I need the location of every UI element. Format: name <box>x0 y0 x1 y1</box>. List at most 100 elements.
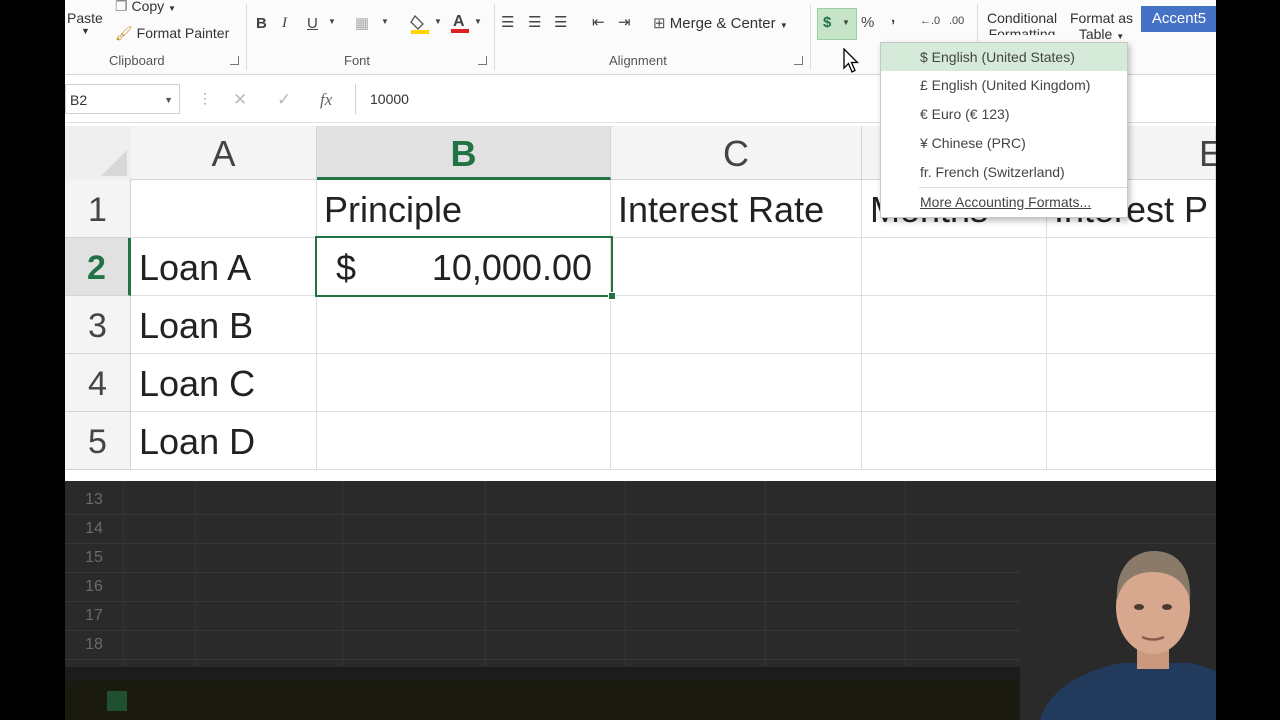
conditional-formatting-label: Conditional <box>987 10 1058 26</box>
format-painter-button[interactable]: 🖌 Format Painter <box>115 25 229 42</box>
copy-icon: ❐ <box>115 0 132 14</box>
cell-b5[interactable] <box>317 412 611 470</box>
chevron-down-icon: ▼ <box>842 18 850 27</box>
cell-a5[interactable]: Loan D <box>131 412 317 470</box>
menu-item-euro[interactable]: € Euro (€ 123) <box>881 100 1127 128</box>
select-all-button[interactable] <box>65 126 132 181</box>
underline-button[interactable]: U <box>307 15 318 32</box>
cancel-icon[interactable]: ✕ <box>233 90 247 110</box>
column-header-b[interactable]: B <box>317 126 611 180</box>
cell-c3[interactable] <box>611 296 862 354</box>
cell-a4[interactable]: Loan C <box>131 354 317 412</box>
clipboard-launcher-icon[interactable] <box>230 56 239 65</box>
format-as-table-label: Format as <box>1070 10 1134 26</box>
cell-b1[interactable]: Principle <box>317 180 611 238</box>
currency-icon: $ <box>823 14 832 31</box>
format-painter-icon: 🖌 <box>115 25 133 41</box>
chevron-down-icon[interactable]: ▼ <box>381 17 389 26</box>
dim-row: 13 <box>65 485 1216 515</box>
excel-taskbar-icon[interactable] <box>107 691 127 711</box>
menu-item-chinese[interactable]: ¥ Chinese (PRC) <box>881 129 1127 157</box>
presenter-video <box>1020 545 1216 720</box>
insert-function-button[interactable]: fx <box>320 90 332 110</box>
cell-b4[interactable] <box>317 354 611 412</box>
chevron-down-icon: ▼ <box>81 26 90 36</box>
menu-item-french-swiss[interactable]: fr. French (Switzerland) <box>881 158 1127 186</box>
align-right-icon[interactable]: ☰ <box>554 13 567 31</box>
enter-icon[interactable]: ✓ <box>277 90 291 110</box>
cell-e5[interactable] <box>1047 412 1216 470</box>
font-color-icon[interactable]: A <box>450 11 470 38</box>
menu-item-english-us[interactable]: $ English (United States) <box>881 43 1127 71</box>
increase-decimal-icon[interactable]: ←.0 <box>920 15 940 27</box>
dim-row-number: 18 <box>85 636 103 653</box>
decrease-indent-icon[interactable]: ⇤ <box>592 13 605 31</box>
merge-center-icon: ⊞ <box>653 15 666 32</box>
alignment-group-label: Alignment <box>609 53 667 68</box>
name-box[interactable]: B2 ▼ <box>65 84 180 114</box>
decrease-decimal-icon[interactable]: .00 <box>949 15 964 27</box>
paste-button[interactable]: Paste ▼ <box>67 10 103 36</box>
column-header-c[interactable]: C <box>611 126 862 180</box>
merge-center-button[interactable]: ⊞ Merge & Center ▼ <box>653 14 788 32</box>
drag-handle-icon[interactable]: ⋮ <box>198 90 212 107</box>
chevron-down-icon[interactable]: ▼ <box>164 85 173 115</box>
accounting-format-button[interactable]: $ ▼ <box>817 8 857 40</box>
font-group-label: Font <box>344 53 371 68</box>
cell-d4[interactable] <box>862 354 1047 412</box>
row-header-2[interactable]: 2 <box>65 238 131 296</box>
cell-c2[interactable] <box>611 238 862 296</box>
cell-b3[interactable] <box>317 296 611 354</box>
menu-item-english-uk[interactable]: £ English (United Kingdom) <box>881 71 1127 99</box>
format-as-table-button[interactable]: Format as Table ▼ <box>1070 10 1133 42</box>
cell-a1[interactable] <box>131 180 317 238</box>
cell-e4[interactable] <box>1047 354 1216 412</box>
conditional-formatting-button[interactable]: Conditional Formatting <box>987 10 1057 35</box>
dim-row-number: 17 <box>85 607 103 624</box>
italic-button[interactable]: I <box>282 15 287 32</box>
column-header-a[interactable]: A <box>131 126 317 180</box>
fill-handle[interactable] <box>608 292 616 300</box>
cell-e3[interactable] <box>1047 296 1216 354</box>
accent5-style[interactable]: Accent5 <box>1141 6 1216 32</box>
divider <box>246 4 247 70</box>
chevron-down-icon[interactable]: ▼ <box>434 17 442 26</box>
dim-row-number: 15 <box>85 549 103 566</box>
borders-icon[interactable]: ▦ <box>355 14 369 32</box>
chevron-down-icon[interactable]: ▼ <box>474 17 482 26</box>
percent-icon[interactable]: % <box>861 14 874 31</box>
font-launcher-icon[interactable] <box>478 56 487 65</box>
row-header-3[interactable]: 3 <box>65 296 131 354</box>
name-box-value: B2 <box>70 92 88 108</box>
align-left-icon[interactable]: ☰ <box>501 13 514 31</box>
cell-a2[interactable]: Loan A <box>131 238 317 296</box>
align-center-icon[interactable]: ☰ <box>528 13 541 31</box>
more-accounting-formats-link[interactable]: More Accounting Formats... <box>881 188 1127 216</box>
increase-indent-icon[interactable]: ⇥ <box>618 13 631 31</box>
chevron-down-icon[interactable]: ▼ <box>328 17 336 26</box>
dim-row-number: 16 <box>85 578 103 595</box>
copy-label: Copy <box>131 0 165 14</box>
chevron-down-icon: ▼ <box>1116 32 1125 41</box>
alignment-launcher-icon[interactable] <box>794 56 803 65</box>
format-as-table-label-2: Table <box>1078 26 1113 42</box>
copy-button[interactable]: ❐ Copy ▼ <box>115 0 176 15</box>
cell-e2[interactable] <box>1047 238 1216 296</box>
fill-color-icon[interactable] <box>410 12 430 38</box>
row-header-1[interactable]: 1 <box>65 180 131 238</box>
dim-row-number: 13 <box>85 491 103 508</box>
clipboard-group-label: Clipboard <box>109 53 165 68</box>
bold-button[interactable]: B <box>256 15 267 32</box>
cell-c5[interactable] <box>611 412 862 470</box>
conditional-formatting-label-2: Formatting <box>988 26 1056 35</box>
comma-icon[interactable]: , <box>891 9 895 26</box>
row-header-5[interactable]: 5 <box>65 412 131 470</box>
dim-row-number: 14 <box>85 520 103 537</box>
cell-c4[interactable] <box>611 354 862 412</box>
row-header-4[interactable]: 4 <box>65 354 131 412</box>
cell-d5[interactable] <box>862 412 1047 470</box>
cell-c1[interactable]: Interest Rate <box>611 180 862 238</box>
cell-d2[interactable] <box>862 238 1047 296</box>
cell-d3[interactable] <box>862 296 1047 354</box>
cell-a3[interactable]: Loan B <box>131 296 317 354</box>
